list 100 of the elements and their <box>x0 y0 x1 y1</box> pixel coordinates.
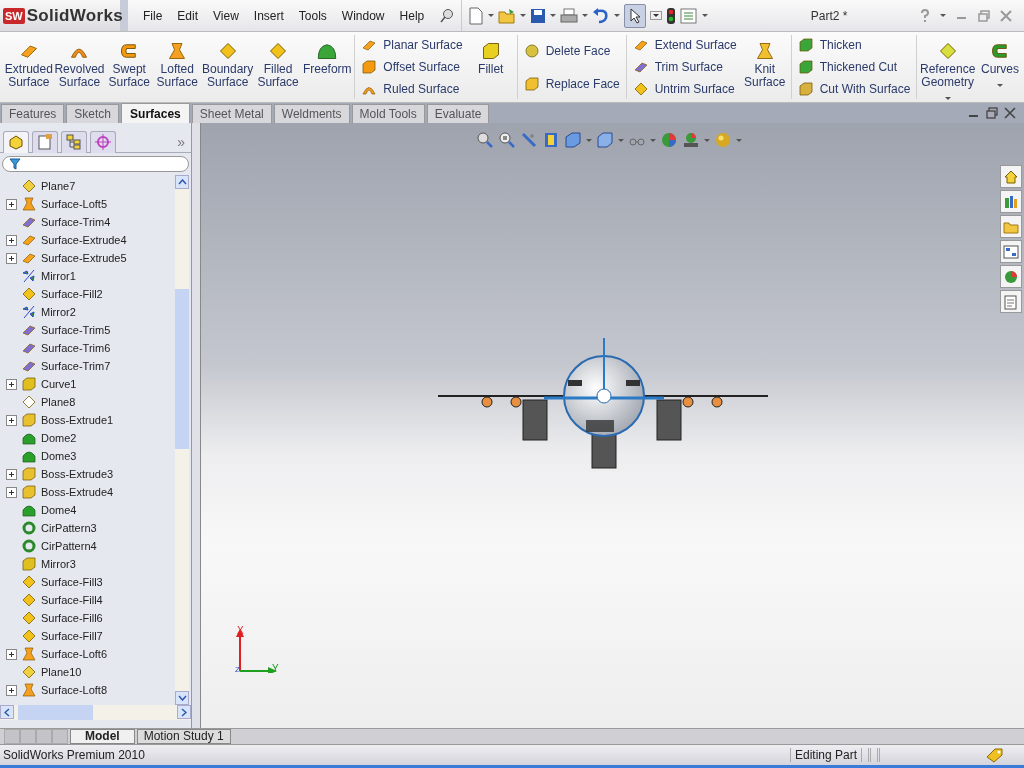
dropdown-arrow-icon[interactable] <box>997 84 1003 87</box>
menu-item[interactable]: Tools <box>298 8 327 23</box>
ribbon-button[interactable]: Filled Surface <box>254 32 303 102</box>
ribbon-button[interactable]: Lofted Surface <box>153 32 202 102</box>
task-pane-tab[interactable] <box>1000 290 1022 313</box>
task-pane-tab[interactable] <box>1000 165 1022 188</box>
ribbon-button[interactable]: Extruded Surface <box>4 32 54 102</box>
tree-item[interactable]: CirPattern4 <box>41 540 97 552</box>
tree-item[interactable]: Surface-Loft6 <box>41 648 108 660</box>
scroll-thumb[interactable] <box>175 289 189 449</box>
command-tab[interactable]: Mold Tools <box>351 104 425 123</box>
tree-item[interactable]: Surface-Fill3 <box>41 576 103 588</box>
ribbon-button[interactable]: Swept Surface <box>105 32 154 102</box>
print-icon[interactable] <box>560 7 579 24</box>
restore-icon[interactable] <box>978 9 990 22</box>
task-pane-tab[interactable] <box>1000 190 1022 213</box>
save-icon[interactable] <box>530 7 547 24</box>
command-tab[interactable]: Surfaces <box>121 103 190 123</box>
expand-toggle[interactable] <box>6 468 17 480</box>
dropdown-arrow-icon[interactable] <box>940 14 946 17</box>
dropdown-arrow-icon[interactable] <box>520 14 527 17</box>
expand-toggle[interactable] <box>6 198 17 210</box>
property-manager-tab[interactable] <box>32 130 58 153</box>
command-tab[interactable]: Weldments <box>273 104 350 123</box>
ribbon-button[interactable]: Curves <box>976 32 1024 102</box>
close-icon[interactable] <box>1000 9 1012 22</box>
tree-item[interactable]: Surface-Fill7 <box>41 630 103 642</box>
menu-item[interactable]: Window <box>341 8 385 23</box>
menu-item[interactable]: Help <box>399 8 425 23</box>
new-document-icon[interactable] <box>468 6 485 25</box>
dropdown-arrow-icon[interactable] <box>944 97 951 100</box>
expand-toggle[interactable] <box>6 684 17 696</box>
panel-splitter[interactable] <box>192 123 201 728</box>
expand-toggle[interactable] <box>6 378 17 390</box>
tree-item[interactable]: Surface-Extrude5 <box>41 252 127 264</box>
ribbon-button[interactable]: Revolved Surface <box>53 32 106 102</box>
tree-item[interactable]: Dome3 <box>41 450 77 462</box>
tree-item[interactable]: Mirror2 <box>41 306 76 318</box>
ribbon-button[interactable]: Freeform <box>302 32 353 102</box>
restore-icon[interactable] <box>986 107 998 119</box>
ribbon-button[interactable]: Planar Surface <box>361 37 463 53</box>
traffic-light-icon[interactable] <box>666 6 677 25</box>
help-icon[interactable] <box>920 8 930 23</box>
feature-manager-tab[interactable] <box>3 130 29 153</box>
ribbon-button[interactable]: Boundary Surface <box>201 32 255 102</box>
section-view-icon[interactable] <box>542 131 560 149</box>
tree-item[interactable]: Plane7 <box>41 180 76 192</box>
ribbon-button[interactable]: Offset Surface <box>361 59 463 75</box>
tree-item[interactable]: Surface-Extrude4 <box>41 234 127 246</box>
task-pane-tab[interactable] <box>1000 265 1022 288</box>
expand-panel-button[interactable]: » <box>177 133 185 150</box>
dropdown-arrow-icon[interactable] <box>550 14 557 17</box>
menu-item[interactable]: File <box>143 8 163 23</box>
tree-item[interactable]: Surface-Trim6 <box>41 342 111 354</box>
undo-icon[interactable] <box>592 7 611 24</box>
tree-item[interactable]: Plane10 <box>41 666 82 678</box>
display-style-icon[interactable] <box>596 131 614 149</box>
scene-icon[interactable] <box>682 131 700 149</box>
command-tab[interactable]: Sheet Metal <box>191 104 272 123</box>
menu-item[interactable]: View <box>213 8 239 23</box>
expand-toggle[interactable] <box>6 414 17 426</box>
expand-toggle[interactable] <box>6 648 17 660</box>
tree-item[interactable]: Surface-Fill2 <box>41 288 103 300</box>
scroll-up-button[interactable] <box>175 175 189 189</box>
scroll-left-button[interactable] <box>0 705 14 719</box>
menu-item[interactable]: Insert <box>253 8 284 23</box>
close-icon[interactable] <box>1004 107 1016 119</box>
ribbon-button[interactable]: Thickened Cut <box>797 59 911 75</box>
horizontal-scrollbar[interactable] <box>0 705 191 720</box>
ribbon-button[interactable]: Trim Surface <box>632 59 737 75</box>
select-button[interactable] <box>624 3 647 28</box>
ribbon-button[interactable]: Fillet <box>466 32 515 102</box>
model-tab[interactable]: Motion Study 1 <box>136 729 231 744</box>
ribbon-button[interactable]: Extend Surface <box>632 37 737 53</box>
menu-item[interactable]: Edit <box>177 8 199 23</box>
filter-field[interactable] <box>2 156 189 172</box>
tag-icon[interactable] <box>986 747 1004 763</box>
model-tab[interactable]: Model <box>70 729 135 744</box>
dropdown-arrow-icon[interactable] <box>488 14 495 17</box>
command-tab[interactable]: Features <box>1 104 65 123</box>
tree-item[interactable]: Surface-Fill4 <box>41 594 103 606</box>
tree-item[interactable]: Boss-Extrude4 <box>41 486 114 498</box>
scroll-down-button[interactable] <box>175 691 189 705</box>
configuration-manager-tab[interactable] <box>61 130 87 153</box>
tree-item[interactable]: Boss-Extrude3 <box>41 468 114 480</box>
tree-item[interactable]: Plane8 <box>41 396 76 408</box>
scroll-thumb[interactable] <box>18 705 93 720</box>
expand-toggle[interactable] <box>6 234 17 246</box>
ribbon-button[interactable]: Knit Surface <box>740 32 789 102</box>
command-tab[interactable]: Sketch <box>66 104 120 123</box>
ribbon-button[interactable]: Ruled Surface <box>361 81 463 97</box>
tree-item[interactable]: Mirror1 <box>41 270 76 282</box>
zoom-area-icon[interactable] <box>498 131 516 149</box>
dropdown-arrow-icon[interactable] <box>614 14 621 17</box>
vertical-scrollbar[interactable] <box>175 175 189 705</box>
dropdown-arrow-icon[interactable] <box>653 14 660 17</box>
command-tab[interactable]: Evaluate <box>426 104 490 123</box>
dropdown-arrow-icon[interactable] <box>702 14 709 17</box>
appearance-icon[interactable] <box>660 131 678 149</box>
ribbon-button[interactable]: Reference Geometry <box>919 32 976 102</box>
